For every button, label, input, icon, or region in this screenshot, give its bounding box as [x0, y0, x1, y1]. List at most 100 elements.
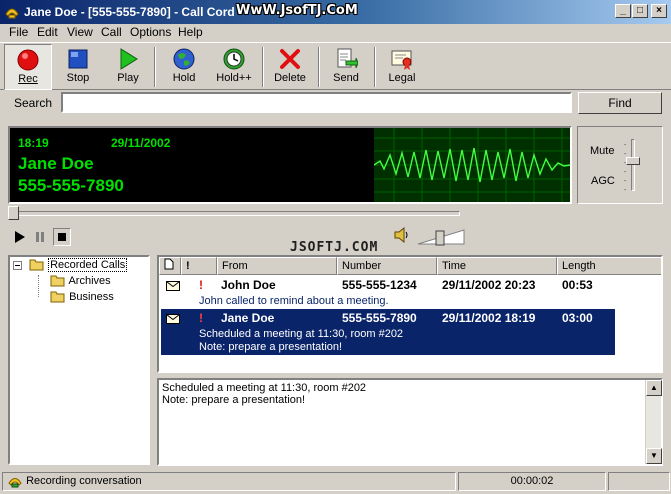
mute-agc-panel: Mute AGC ------	[577, 126, 663, 204]
tree-label-archives: Archives	[68, 274, 111, 287]
row-from: Jane Doe	[221, 311, 275, 325]
legal-button[interactable]: Legal	[378, 44, 426, 90]
row-number: 555-555-7890	[342, 311, 417, 325]
call-list: ! From Number Time Length ! John Doe 555…	[157, 255, 663, 373]
seek-track[interactable]	[18, 211, 460, 216]
holdpp-button[interactable]: Hold++	[210, 44, 258, 90]
tree-label-root: Recorded Calls	[48, 257, 128, 272]
maximize-button[interactable]: □	[632, 4, 648, 18]
collapse-icon[interactable]	[13, 261, 22, 270]
caller-display: 18:19 29/11/2002 Jane Doe 555-555-7890	[8, 126, 572, 204]
mute-slider-track[interactable]	[631, 139, 635, 191]
play-button[interactable]: Play	[104, 44, 152, 90]
pause-small-icon[interactable]	[31, 228, 49, 246]
stop-button[interactable]: Stop	[54, 44, 102, 90]
title-bar[interactable]: Jane Doe - [555-555-7890] - Call Cord Ww…	[0, 0, 671, 24]
tree-item-archives[interactable]: Archives	[50, 274, 111, 288]
stop-small-icon	[58, 233, 66, 241]
recording-status-icon	[8, 478, 22, 488]
holdpp-label: Hold++	[216, 72, 252, 84]
send-icon	[337, 48, 358, 69]
menu-bar: File Edit View Call Options Help	[0, 24, 671, 42]
scroll-down-icon[interactable]: ▼	[646, 448, 662, 464]
row-length: 03:00	[562, 311, 593, 325]
memo-line-2: Note: prepare a presentation!	[162, 394, 306, 406]
toolbar-separator	[318, 47, 320, 87]
close-button[interactable]: ×	[651, 4, 667, 18]
row-from: John Doe	[221, 278, 276, 292]
column-header-time[interactable]: Time	[437, 257, 557, 275]
rec-button[interactable]: Rec	[4, 44, 52, 90]
envelope-icon	[166, 314, 180, 324]
memo-scrollbar[interactable]: ▲ ▼	[645, 380, 662, 464]
search-input[interactable]	[61, 92, 572, 113]
clock-globe-icon	[223, 48, 245, 70]
column-header-priority[interactable]: !	[181, 257, 217, 275]
menu-view[interactable]: View	[62, 25, 98, 39]
play-small-icon[interactable]	[11, 228, 29, 246]
toolbar-separator	[374, 47, 376, 87]
certificate-icon	[391, 50, 412, 70]
row-number: 555-555-1234	[342, 278, 417, 292]
toolbar: Rec Stop Play Hold Hold++ Delete Send Le…	[0, 42, 671, 90]
brand-text: JSOFTJ.COM	[290, 240, 379, 255]
tree-line	[38, 275, 39, 297]
row-time: 29/11/2002 18:19	[442, 311, 536, 325]
column-header-number[interactable]: Number	[337, 257, 437, 275]
status-bar: Recording conversation 00:00:02	[0, 470, 671, 494]
scroll-up-icon[interactable]: ▲	[646, 380, 662, 396]
menu-help[interactable]: Help	[173, 25, 208, 39]
stop-label: Stop	[66, 72, 90, 84]
stop-icon	[68, 49, 88, 69]
find-button[interactable]: Find	[578, 92, 662, 114]
delete-label: Delete	[274, 72, 306, 84]
hold-button[interactable]: Hold	[160, 44, 208, 90]
column-header-type[interactable]	[159, 257, 181, 275]
seek-thumb[interactable]	[8, 206, 19, 220]
status-panel-main: Recording conversation	[2, 472, 456, 491]
menu-options[interactable]: Options	[125, 25, 176, 39]
menu-edit[interactable]: Edit	[32, 25, 63, 39]
envelope-icon	[166, 281, 180, 291]
tree-item-recorded-calls[interactable]: Recorded Calls	[29, 257, 128, 272]
display-time: 18:19	[18, 136, 49, 150]
priority-flag: !	[199, 311, 203, 325]
hold-label: Hold	[172, 72, 196, 84]
status-panel-extra	[608, 472, 670, 491]
column-header-from[interactable]: From	[217, 257, 337, 275]
volume-slider[interactable]	[416, 228, 466, 246]
row-note-2: Note: prepare a presentation!	[199, 341, 343, 353]
window-title: Jane Doe - [555-555-7890] - Call Cord	[24, 5, 235, 19]
rec-label: Rec	[18, 73, 38, 85]
table-row-selected[interactable]: ! Jane Doe 555-555-7890 29/11/2002 18:19…	[161, 309, 615, 355]
delete-button[interactable]: Delete	[266, 44, 314, 90]
status-text: Recording conversation	[26, 475, 142, 487]
play-icon	[120, 48, 138, 70]
stop-small-button[interactable]	[53, 228, 71, 246]
folder-open-icon	[29, 259, 44, 271]
mute-slider-thumb[interactable]	[626, 157, 640, 165]
display-caller-number: 555-555-7890	[18, 176, 124, 195]
status-elapsed: 00:00:02	[458, 472, 606, 491]
document-icon	[164, 258, 174, 270]
speaker-icon	[394, 226, 408, 244]
minimize-button[interactable]: _	[615, 4, 631, 18]
column-header-length[interactable]: Length	[557, 257, 661, 275]
tree-item-business[interactable]: Business	[50, 290, 114, 304]
agc-label: AGC	[591, 175, 615, 187]
send-button[interactable]: Send	[322, 44, 370, 90]
row-length: 00:53	[562, 278, 593, 292]
toolbar-separator	[262, 47, 264, 87]
watermark-text: WwW.JsofTJ.CoM	[236, 3, 358, 18]
mute-slider-ticks: ------	[624, 142, 627, 194]
table-row[interactable]: ! John Doe 555-555-1234 29/11/2002 20:23…	[159, 275, 661, 309]
memo-box[interactable]: Scheduled a meeting at 11:30, room #202 …	[157, 378, 663, 466]
send-label: Send	[333, 72, 359, 84]
record-icon	[17, 49, 39, 71]
app-icon	[5, 8, 19, 19]
folder-icon	[50, 291, 65, 303]
menu-file[interactable]: File	[4, 25, 33, 39]
menu-call[interactable]: Call	[96, 25, 127, 39]
delete-x-icon	[280, 49, 300, 69]
toolbar-separator	[154, 47, 156, 87]
